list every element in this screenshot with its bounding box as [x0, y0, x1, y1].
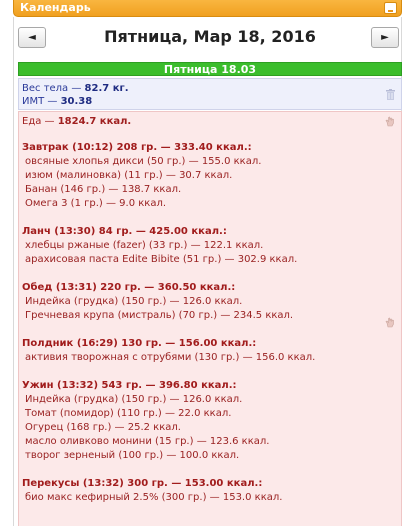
meal-item[interactable]: Банан (146 гр.) — 138.7 ккал. [25, 183, 181, 196]
meal-item[interactable]: овсяные хлопья дикси (50 гр.) — 155.0 кк… [25, 155, 261, 168]
weight-value: 82.7 кг. [84, 83, 129, 94]
bmi-label: ИМТ — [22, 96, 61, 107]
bmi-value: 30.38 [60, 96, 93, 107]
weight-row: Вес тела — 82.7 кг. [22, 82, 401, 95]
bmi-row: ИМТ — 30.38 [22, 95, 401, 108]
meal-item[interactable]: Огурец (168 гр.) — 25.2 ккал. [25, 421, 181, 434]
meal-item[interactable]: Гречневая крупа (мистраль) (70 гр.) — 23… [25, 309, 293, 322]
food-log-panel: Еда — 1824.7 ккал. Завтрак (10:12) 208 г… [18, 111, 402, 526]
food-total-label: Еда — [22, 116, 58, 127]
meal-item[interactable]: Омега 3 (1 гр.) — 9.0 ккал. [25, 197, 166, 210]
meal-item[interactable]: активия творожная с отрубями (130 гр.) —… [25, 351, 315, 364]
meal-header[interactable]: Полдник (16:29) 130 гр. — 156.00 ккал.: [22, 337, 256, 350]
meal-item[interactable]: творог зерненый (100 гр.) — 100.0 ккал. [25, 449, 239, 462]
minimize-button[interactable] [384, 2, 397, 14]
meal-header[interactable]: Ужин (13:32) 543 гр. — 396.80 ккал.: [22, 379, 237, 392]
window-title: Календарь [20, 1, 91, 14]
meal-item[interactable]: Индейка (грудка) (150 гр.) — 126.0 ккал. [25, 393, 242, 406]
meal-item[interactable]: Индейка (грудка) (150 гр.) — 126.0 ккал. [25, 295, 242, 308]
next-day-button[interactable]: ► [371, 27, 399, 48]
trash-icon[interactable] [386, 89, 395, 100]
previous-day-button[interactable]: ◄ [18, 27, 46, 48]
meal-header[interactable]: Завтрак (10:12) 208 гр. — 333.40 ккал.: [22, 141, 252, 154]
day-header: Пятница 18.03 [18, 62, 402, 76]
hand-icon[interactable] [385, 116, 395, 127]
food-total-value: 1824.7 ккал. [57, 116, 132, 127]
meal-item[interactable]: изюм (малиновка) (11 гр.) — 30.7 ккал. [25, 169, 232, 182]
meal-item[interactable]: био макс кефирный 2.5% (300 гр.) — 153.0… [25, 491, 282, 504]
meal-header[interactable]: Ланч (13:30) 84 гр. — 425.00 ккал.: [22, 225, 227, 238]
food-total-row: Еда — 1824.7 ккал. [22, 115, 131, 128]
meal-header[interactable]: Обед (13:31) 220 гр. — 360.50 ккал.: [22, 281, 235, 294]
meal-item[interactable]: арахисовая паста Edite Bibite (51 гр.) —… [25, 253, 297, 266]
meal-item[interactable]: масло оливково монини (15 гр.) — 123.6 к… [25, 435, 269, 448]
hand-icon[interactable] [385, 317, 395, 328]
meal-item[interactable]: Томат (помидор) (110 гр.) — 22.0 ккал. [25, 407, 231, 420]
window-title-bar[interactable]: Календарь [13, 0, 402, 17]
meal-item[interactable]: хлебцы ржаные (fazer) (33 гр.) — 122.1 к… [25, 239, 263, 252]
body-stats-panel: Вес тела — 82.7 кг. ИМТ — 30.38 [18, 78, 402, 110]
weight-label: Вес тела — [22, 83, 85, 94]
date-title: Пятница, Мар 18, 2016 [104, 27, 316, 46]
meal-header[interactable]: Перекусы (13:32) 300 гр. — 153.00 ккал.: [22, 477, 262, 490]
